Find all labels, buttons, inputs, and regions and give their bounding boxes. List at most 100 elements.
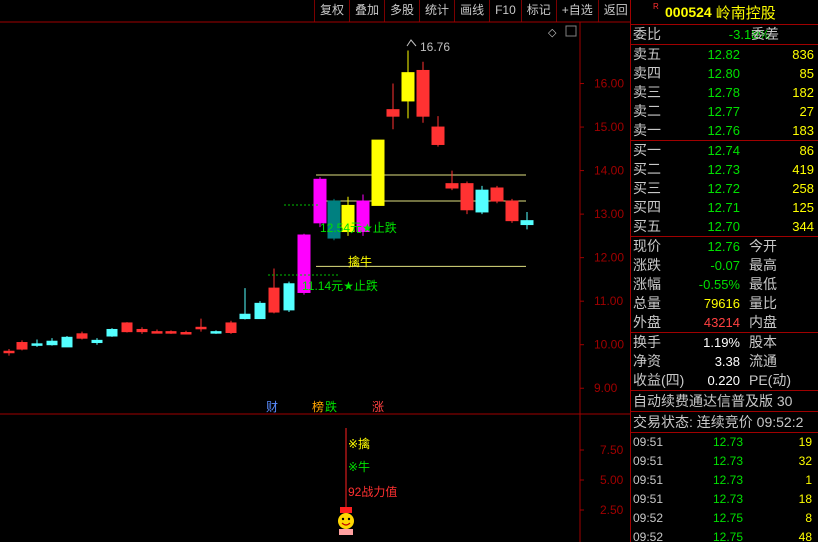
tick-volume: 18 <box>798 492 812 506</box>
quote-label: 涨幅 <box>633 276 661 292</box>
bids-volume: 419 <box>792 162 814 177</box>
quote-value: 43214 <box>703 315 740 330</box>
quote-value: 79616 <box>703 296 740 311</box>
bids-price: 12.72 <box>707 181 740 196</box>
quote-row-2: 涨幅 -0.55% 最低 <box>631 275 818 294</box>
stop-label-2: 11.14元★止跌 <box>302 278 378 293</box>
asks-price: 12.78 <box>707 85 740 100</box>
tick-list: 09:51 12.73 19 09:51 12.73 32 09:51 12.73 1 09:51… <box>631 433 818 542</box>
asks-volume: 182 <box>792 85 814 100</box>
quote-value: -0.07 <box>710 258 740 273</box>
candle-29 <box>431 116 445 147</box>
bids-price: 12.71 <box>707 200 740 215</box>
quote-label-2: 内盘 <box>749 314 777 330</box>
asks-label: 卖二 <box>633 103 661 119</box>
stock-name[interactable]: 岭南控股 <box>716 2 776 23</box>
candle-19 <box>283 281 295 313</box>
candle-0 <box>3 349 15 356</box>
indicator-label-0: ※擒 <box>348 436 370 451</box>
asks-volume: 85 <box>799 66 814 81</box>
tick-price: 12.73 <box>713 454 744 468</box>
tick-time: 09:52 <box>633 511 664 525</box>
tick-time: 09:51 <box>633 473 664 487</box>
bids-price: 12.74 <box>707 143 740 158</box>
candle-2 <box>31 339 43 347</box>
finance-row-2: 收益(四) 0.220 PE(动) <box>631 371 818 390</box>
tick-price: 12.75 <box>713 511 744 525</box>
tick-volume: 1 <box>805 473 812 487</box>
asks-price: 12.76 <box>707 123 740 138</box>
candle-3 <box>46 338 58 346</box>
tick-volume: 48 <box>798 530 812 542</box>
kline-chart[interactable]: ◇ 16.00 15.00 14.00 13.00 12.00 11.00 10.00 9.00… <box>0 0 630 542</box>
bids-row-0: 买一 12.74 86 <box>631 141 818 160</box>
finance-label-2: PE(动) <box>749 372 791 388</box>
bids-volume: 125 <box>792 200 814 215</box>
finance-list: 换手 1.19% 股本 净资 3.38 流通 收益(四) 0.220 PE(动) <box>631 333 818 390</box>
finance-label: 净资 <box>633 353 661 369</box>
tick-row-2: 09:51 12.73 1 <box>631 471 818 490</box>
finance-row-0: 换手 1.19% 股本 <box>631 333 818 352</box>
candle-25 <box>371 139 385 206</box>
tick-row-0: 09:51 12.73 19 <box>631 433 818 452</box>
bids-price: 12.73 <box>707 162 740 177</box>
bids-label: 买四 <box>633 199 661 215</box>
promo-banner[interactable]: 自动续费通达信普及版 30 <box>631 391 818 411</box>
quote-row-4: 外盘 43214 内盘 <box>631 313 818 332</box>
tick-price: 12.73 <box>713 492 744 506</box>
candle-5 <box>76 331 88 340</box>
y-tick-label: 13.00 <box>594 207 624 221</box>
y-tick-label: 12.00 <box>594 251 624 265</box>
quote-label-2: 最低 <box>749 276 777 292</box>
finance-value: 0.220 <box>707 373 740 388</box>
stop-label-1: 12.54元★止跌 <box>320 220 397 235</box>
bids-label: 买五 <box>633 218 661 234</box>
quote-label: 总量 <box>633 295 661 311</box>
stock-code[interactable]: 000524 <box>665 4 712 20</box>
bull-label: 擒牛 <box>348 254 372 269</box>
quote-label-2: 今开 <box>749 238 777 254</box>
tick-volume: 19 <box>798 435 812 449</box>
finance-value: 1.19% <box>703 335 740 350</box>
indicator-tick-label: 2.50 <box>600 503 624 517</box>
y-tick-label: 15.00 <box>594 120 624 134</box>
candle-9 <box>136 327 148 334</box>
quote-value: 12.76 <box>707 239 740 254</box>
finance-label-2: 流通 <box>749 353 777 369</box>
candle-21 <box>313 177 327 228</box>
candle-17 <box>254 301 266 320</box>
bids-row-3: 买四 12.71 125 <box>631 198 818 217</box>
asks-volume: 27 <box>799 104 814 119</box>
tick-row-5: 09:52 12.75 48 <box>631 528 818 542</box>
ask-list: 卖五 12.82 836 卖四 12.80 85 卖三 12.78 182 卖二 12.77 27 卖一… <box>631 45 818 140</box>
tick-row-4: 09:52 12.75 8 <box>631 509 818 528</box>
tick-price: 12.73 <box>713 435 744 449</box>
tick-price: 12.75 <box>713 530 744 542</box>
y-tick-label: 10.00 <box>594 338 624 352</box>
order-ratio-label: 委比 <box>633 26 661 42</box>
asks-label: 卖一 <box>633 122 661 138</box>
quote-label: 涨跌 <box>633 257 661 273</box>
quote-label: 现价 <box>633 238 661 254</box>
quote-row-1: 涨跌 -0.07 最高 <box>631 256 818 275</box>
asks-price: 12.77 <box>707 104 740 119</box>
asks-row-2: 卖三 12.78 182 <box>631 83 818 102</box>
trade-status: 交易状态: 连续竞价 09:52:2 <box>633 414 804 430</box>
asks-volume: 183 <box>792 123 814 138</box>
tick-time: 09:52 <box>633 530 664 542</box>
finance-label: 收益(四) <box>633 372 685 388</box>
tick-time: 09:51 <box>633 435 664 449</box>
y-tick-label: 11.00 <box>594 294 623 308</box>
candle-13 <box>195 318 207 332</box>
y-tick-label: 14.00 <box>594 164 624 178</box>
peak-label: 16.76 <box>420 40 450 54</box>
candle-26 <box>386 83 400 130</box>
asks-row-0: 卖五 12.82 836 <box>631 45 818 64</box>
indicator-tick-label: 5.00 <box>600 473 624 487</box>
candle-14 <box>210 330 222 334</box>
indicator-tick-label: 7.50 <box>600 443 624 457</box>
tag-fin: 财 <box>266 400 278 414</box>
candle-8 <box>121 322 133 333</box>
asks-price: 12.80 <box>707 66 740 81</box>
candle-34 <box>505 198 519 223</box>
